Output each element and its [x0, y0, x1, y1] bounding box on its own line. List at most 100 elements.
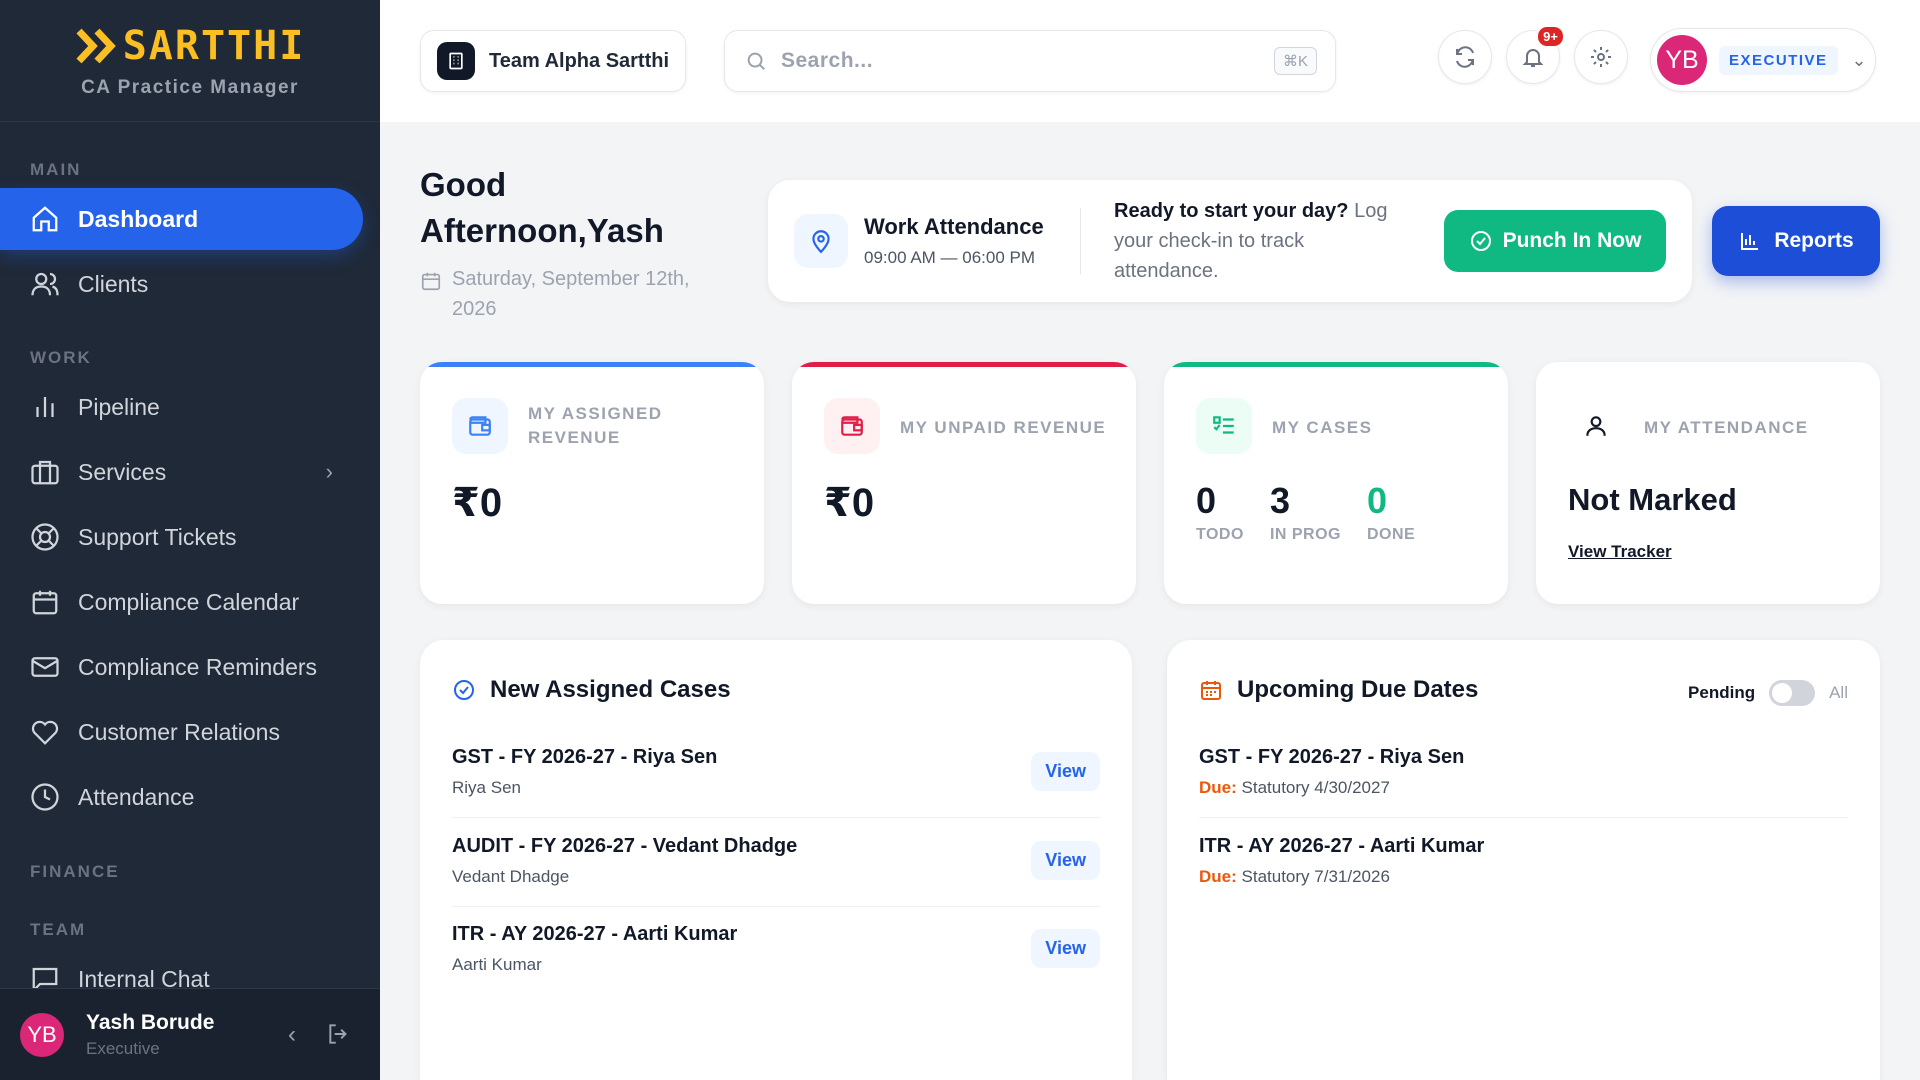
date-text: Saturday, September 12th, 2026: [452, 268, 690, 320]
brand-subtitle: CA Practice Manager: [81, 76, 299, 98]
due-date: Statutory 7/31/2026: [1241, 867, 1390, 886]
stat-value: ₹0: [452, 481, 503, 525]
refresh-icon: [1456, 46, 1474, 68]
brand-logo[interactable]: SARTTHI: [75, 23, 306, 69]
stat-label: MY UNPAID REVENUE: [900, 418, 1107, 437]
section-finance: FINANCE: [30, 862, 120, 881]
view-button[interactable]: View: [1031, 929, 1100, 968]
view-button[interactable]: View: [1031, 841, 1100, 880]
divider: [1080, 208, 1081, 274]
case-count-todo: 0 TODO: [1196, 480, 1244, 544]
due-info: Due: Statutory 7/31/2026: [1199, 867, 1390, 887]
page-title: Good Afternoon,Yash: [420, 162, 720, 254]
stat-card-my-attendance: MY ATTENDANCE Not Marked View Tracker: [1536, 362, 1880, 604]
greeting-line2: Afternoon,Yash: [420, 212, 664, 249]
settings-button[interactable]: [1574, 30, 1628, 84]
sidebar: SARTTHI CA Practice Manager MAIN Dashboa…: [0, 0, 380, 1080]
bell-icon: [1522, 49, 1544, 67]
calendar-icon: [421, 272, 441, 291]
view-tracker-link[interactable]: View Tracker: [1568, 542, 1672, 562]
stat-card-assigned-revenue: MY ASSIGNED REVENUE ₹0: [420, 362, 764, 604]
due-title: ITR - AY 2026-27 - Aarti Kumar: [1199, 835, 1485, 857]
bar-chart-icon: [1741, 233, 1759, 250]
list-item[interactable]: ITR - AY 2026-27 - Aarti Kumar Due: Stat…: [1199, 819, 1848, 907]
calendar-icon: [32, 590, 58, 615]
sidebar-item-label: Services: [78, 458, 167, 485]
sidebar-item-label: Customer Relations: [78, 718, 280, 745]
gear-icon: [1591, 47, 1611, 67]
panel-title: New Assigned Cases: [490, 676, 731, 703]
sidebar-user-footer: YB Yash Borude Executive ‹: [0, 988, 380, 1080]
refresh-button[interactable]: [1438, 30, 1492, 84]
logout-icon[interactable]: [326, 1021, 352, 1047]
attendance-message: Ready to start your day? Log your check-…: [1114, 196, 1414, 286]
sidebar-item-compliance-reminders[interactable]: Compliance Reminders: [0, 636, 363, 698]
stat-label: MY ASSIGNED REVENUE: [528, 404, 663, 447]
list-item: ITR - AY 2026-27 - Aarti Kumar Aarti Kum…: [452, 907, 1100, 995]
list-item[interactable]: GST - FY 2026-27 - Riya Sen Due: Statuto…: [1199, 730, 1848, 818]
notification-badge: 9+: [1536, 25, 1565, 48]
case-client: Aarti Kumar: [452, 955, 542, 974]
stat-card-unpaid-revenue: MY UNPAID REVENUE ₹0: [792, 362, 1136, 604]
todo-label: TODO: [1196, 526, 1244, 543]
case-title: ITR - AY 2026-27 - Aarti Kumar: [452, 923, 738, 945]
collapse-sidebar-icon[interactable]: ‹: [288, 1021, 296, 1049]
due-date: Statutory 4/30/2027: [1241, 778, 1390, 797]
punch-in-button[interactable]: Punch In Now: [1444, 210, 1666, 272]
panel-header: New Assigned Cases: [452, 676, 731, 704]
double-chevron-icon: [76, 28, 116, 63]
search-icon: [747, 52, 765, 70]
done-count: 0: [1367, 480, 1388, 521]
case-count-in-progress: 3 IN PROG: [1270, 480, 1341, 544]
sidebar-item-label: Pipeline: [78, 393, 160, 420]
stat-value: ₹0: [824, 481, 875, 525]
team-selector[interactable]: Team Alpha Sartthi: [420, 30, 687, 92]
sidebar-item-label: Dashboard: [78, 205, 199, 232]
sidebar-item-pipeline[interactable]: Pipeline: [0, 376, 363, 438]
brand-name: SARTTHI: [122, 22, 306, 69]
sidebar-item-label: Compliance Reminders: [78, 653, 318, 680]
pending-toggle-group: Pending All: [1688, 680, 1848, 706]
all-label: All: [1829, 683, 1848, 702]
work-attendance-card: Work Attendance 09:00 AM — 06:00 PM Read…: [768, 180, 1692, 302]
bar-chart-icon: [36, 397, 54, 417]
list-item: GST - FY 2026-27 - Riya Sen Riya Sen Vie…: [452, 730, 1100, 818]
due-prefix: Due:: [1199, 778, 1237, 797]
sidebar-item-customer-relations[interactable]: Customer Relations: [0, 701, 363, 763]
stat-label: MY ATTENDANCE: [1644, 418, 1809, 437]
case-title: AUDIT - FY 2026-27 - Vedant Dhadge: [452, 835, 798, 857]
case-title: GST - FY 2026-27 - Riya Sen: [452, 746, 718, 768]
top-bar: Team Alpha Sartthi ⌘K 9+ YB EXECUTIVE ⌄: [380, 0, 1920, 122]
user-menu[interactable]: YB EXECUTIVE ⌄: [1650, 28, 1876, 92]
user-icon: [1568, 398, 1624, 454]
card-accent: [792, 362, 1136, 367]
card-accent: [420, 362, 764, 367]
greeting-line1: Good: [420, 166, 507, 203]
avatar[interactable]: YB: [20, 1012, 64, 1057]
sidebar-item-clients[interactable]: Clients: [0, 253, 363, 315]
sidebar-item-label: Attendance: [78, 783, 195, 810]
sidebar-item-attendance[interactable]: Attendance: [0, 766, 363, 828]
mail-icon: [31, 657, 59, 677]
notifications-button[interactable]: 9+: [1506, 25, 1565, 84]
search-input[interactable]: [781, 49, 1261, 73]
check-circle-icon: [454, 680, 474, 700]
sidebar-item-label: Clients: [78, 270, 149, 297]
attendance-hours: 09:00 AM — 06:00 PM: [864, 248, 1036, 267]
sidebar-item-dashboard[interactable]: Dashboard: [0, 188, 363, 250]
view-button[interactable]: View: [1031, 752, 1100, 791]
section-main: MAIN: [30, 160, 82, 179]
search-bar[interactable]: ⌘K: [724, 30, 1336, 92]
pending-all-toggle[interactable]: [1769, 680, 1816, 706]
brand: SARTTHI CA Practice Manager: [0, 0, 380, 122]
reports-button[interactable]: Reports: [1712, 206, 1880, 276]
briefcase-icon: [31, 460, 59, 485]
new-assigned-cases-panel: New Assigned Cases GST - FY 2026-27 - Ri…: [420, 640, 1132, 1080]
sidebar-item-support-tickets[interactable]: Support Tickets: [0, 506, 363, 568]
lifebuoy-icon: [31, 523, 59, 551]
role-badge: EXECUTIVE: [1719, 45, 1838, 75]
sidebar-item-services[interactable]: Services ›: [0, 441, 363, 503]
sidebar-item-compliance-calendar[interactable]: Compliance Calendar: [0, 571, 363, 633]
card-accent: [1164, 362, 1508, 367]
upcoming-due-dates-panel: Upcoming Due Dates Pending All GST - FY …: [1167, 640, 1880, 1080]
